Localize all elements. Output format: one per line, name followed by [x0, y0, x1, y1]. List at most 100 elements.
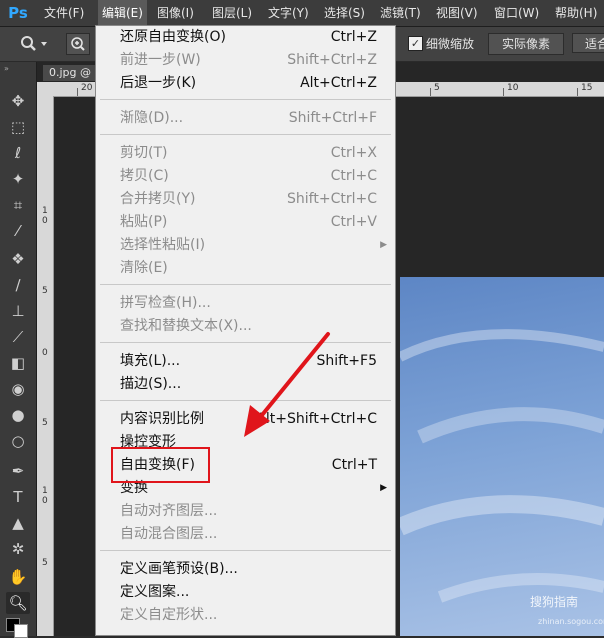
- menu-item-label: 内容识别比例: [120, 411, 204, 427]
- menu-separator: [100, 550, 391, 551]
- ruler-left-label: 5: [42, 418, 48, 428]
- shape-tool-icon[interactable]: ✲: [6, 538, 30, 560]
- ruler-left-label: 5: [42, 558, 48, 568]
- menu-item-label: 查找和替换文本(X)...: [120, 318, 252, 334]
- menu-clear[interactable]: 清除(E): [96, 257, 395, 279]
- lasso-tool-icon[interactable]: ℓ: [6, 142, 30, 164]
- ruler-left-label: 1: [42, 486, 48, 496]
- hand-tool-icon[interactable]: ✋: [6, 566, 30, 588]
- type-tool-icon[interactable]: T: [6, 486, 30, 508]
- menu-define-brush-preset[interactable]: 定义画笔预设(B)...: [96, 558, 395, 580]
- menu-type[interactable]: 文字(Y): [268, 0, 309, 26]
- eyedropper-tool-icon[interactable]: ⁄: [6, 220, 30, 242]
- menu-paste-special[interactable]: 选择性粘贴(I) ▶: [96, 234, 395, 256]
- fine-zoom-label: 细微缩放: [426, 37, 475, 51]
- menu-file[interactable]: 文件(F): [44, 0, 84, 26]
- path-selection-tool-icon[interactable]: ▲: [6, 512, 30, 534]
- menu-item-label: 前进一步(W): [120, 52, 201, 68]
- history-brush-tool-icon[interactable]: ⟋: [6, 326, 30, 348]
- edit-menu-dropdown: 还原自由变换(O) Ctrl+Z 前进一步(W) Shift+Ctrl+Z 后退…: [95, 25, 396, 636]
- watermark-text: 搜狗指南: [530, 595, 579, 609]
- menu-help[interactable]: 帮助(H): [555, 0, 597, 26]
- menu-undo-free-transform[interactable]: 还原自由变换(O) Ctrl+Z: [96, 26, 395, 48]
- menu-item-label: 填充(L)...: [120, 353, 181, 369]
- zoom-tool-icon[interactable]: [18, 34, 50, 54]
- menu-paste[interactable]: 粘贴(P) Ctrl+V: [96, 211, 395, 233]
- ruler-top-label: 10: [507, 83, 519, 93]
- menu-image[interactable]: 图像(I): [157, 0, 194, 26]
- menu-copy[interactable]: 拷贝(C) Ctrl+C: [96, 165, 395, 187]
- menu-window[interactable]: 窗口(W): [494, 0, 539, 26]
- menu-copy-merged[interactable]: 合并拷贝(Y) Shift+Ctrl+C: [96, 188, 395, 210]
- photoshop-logo: Ps: [8, 4, 28, 22]
- menu-step-backward[interactable]: 后退一步(K) Alt+Ctrl+Z: [96, 72, 395, 94]
- menu-separator: [100, 99, 391, 100]
- ruler-top-label: 15: [581, 83, 593, 93]
- paint-bucket-tool-icon[interactable]: ◉: [6, 378, 30, 400]
- marquee-tool-icon[interactable]: ⬚: [6, 116, 30, 138]
- actual-pixels-button[interactable]: 实际像素: [488, 33, 564, 55]
- menu-item-label: 定义自定形状...: [120, 607, 218, 623]
- ruler-top-label: 5: [434, 83, 440, 93]
- menu-select[interactable]: 选择(S): [324, 0, 365, 26]
- menu-item-label: 定义画笔预设(B)...: [120, 561, 238, 577]
- menu-item-label: 描边(S)...: [120, 376, 182, 392]
- menu-cut[interactable]: 剪切(T) Ctrl+X: [96, 142, 395, 164]
- menu-item-shortcut: Alt+Shift+Ctrl+C: [256, 411, 377, 427]
- healing-brush-tool-icon[interactable]: ❖: [6, 248, 30, 270]
- menu-define-custom-shape[interactable]: 定义自定形状...: [96, 604, 395, 626]
- menu-stroke[interactable]: 描边(S)...: [96, 373, 395, 395]
- menu-item-label: 清除(E): [120, 260, 168, 276]
- fine-zoom-checkbox[interactable]: ✓: [408, 36, 423, 51]
- ruler-left-label: 0: [42, 348, 48, 358]
- clone-stamp-tool-icon[interactable]: ⊥: [6, 300, 30, 322]
- image-canvas[interactable]: 搜狗指南 zhinan.sogou.com: [400, 277, 604, 636]
- menu-item-shortcut: Alt+Ctrl+Z: [300, 75, 377, 91]
- move-tool-icon[interactable]: ✥: [6, 90, 30, 112]
- pen-tool-icon[interactable]: ✒: [6, 460, 30, 482]
- menu-view[interactable]: 视图(V): [436, 0, 478, 26]
- menu-item-label: 定义图案...: [120, 584, 190, 600]
- menu-item-shortcut: Ctrl+V: [330, 214, 377, 230]
- menu-auto-align-layers[interactable]: 自动对齐图层...: [96, 500, 395, 522]
- menu-separator: [100, 284, 391, 285]
- ruler-left-label: 0: [42, 216, 48, 226]
- brush-tool-icon[interactable]: ∕: [6, 274, 30, 296]
- menu-item-shortcut: Ctrl+Z: [330, 29, 377, 45]
- menu-fill[interactable]: 填充(L)... Shift+F5: [96, 350, 395, 372]
- menu-item-label: 剪切(T): [120, 145, 168, 161]
- eraser-tool-icon[interactable]: ◧: [6, 352, 30, 374]
- menu-bar: Ps 文件(F) 编辑(E) 图像(I) 图层(L) 文字(Y) 选择(S) 滤…: [0, 0, 604, 27]
- panel-collapse-icon[interactable]: »: [4, 64, 9, 73]
- dodge-tool-icon[interactable]: ○: [6, 430, 30, 452]
- menu-item-shortcut: Ctrl+T: [331, 457, 377, 473]
- menu-separator: [100, 342, 391, 343]
- ruler-left-label: 0: [42, 496, 48, 506]
- menu-step-forward[interactable]: 前进一步(W) Shift+Ctrl+Z: [96, 49, 395, 71]
- menu-auto-blend-layers[interactable]: 自动混合图层...: [96, 523, 395, 545]
- menu-content-aware-scale[interactable]: 内容识别比例 Alt+Shift+Ctrl+C: [96, 408, 395, 430]
- menu-edit[interactable]: 编辑(E): [98, 0, 147, 26]
- menu-separator: [100, 400, 391, 401]
- menu-filter[interactable]: 滤镜(T): [380, 0, 421, 26]
- blur-tool-icon[interactable]: ●: [6, 404, 30, 426]
- menu-check-spelling[interactable]: 拼写检查(H)...: [96, 292, 395, 314]
- highlight-free-transform-box: [111, 447, 210, 483]
- menu-item-label: 自动对齐图层...: [120, 503, 218, 519]
- ruler-left: 1 0 5 0 5 1 0 5: [37, 96, 54, 636]
- menu-item-shortcut: Shift+Ctrl+C: [287, 191, 377, 207]
- ruler-left-label: 1: [42, 206, 48, 216]
- zoom-in-button[interactable]: [66, 33, 90, 55]
- menu-item-label: 自动混合图层...: [120, 526, 218, 542]
- magic-wand-tool-icon[interactable]: ✦: [6, 168, 30, 190]
- crop-tool-icon[interactable]: ⌗: [6, 194, 30, 216]
- menu-layer[interactable]: 图层(L): [212, 0, 252, 26]
- menu-define-pattern[interactable]: 定义图案...: [96, 581, 395, 603]
- ruler-left-label: 5: [42, 286, 48, 296]
- zoom-tool-icon[interactable]: 🔍︎: [6, 592, 30, 614]
- menu-fade[interactable]: 渐隐(D)... Shift+Ctrl+F: [96, 107, 395, 129]
- menu-find-replace-text[interactable]: 查找和替换文本(X)...: [96, 315, 395, 337]
- tools-panel: » ✥ ⬚ ℓ ✦ ⌗ ⁄ ❖ ∕ ⊥ ⟋ ◧ ◉ ● ○ ✒ T ▲ ✲ ✋ …: [0, 62, 37, 638]
- fit-screen-button[interactable]: 适合: [572, 33, 604, 53]
- menu-item-shortcut: Ctrl+C: [330, 168, 377, 184]
